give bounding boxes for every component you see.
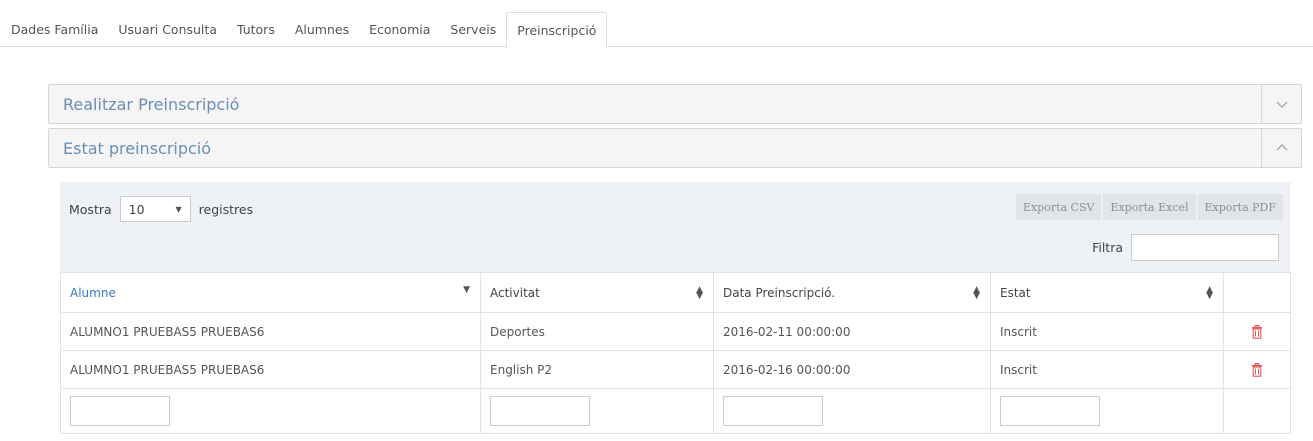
tab-tutors[interactable]: Tutors: [227, 12, 285, 47]
cell-activitat: English P2: [480, 350, 714, 389]
filter-input[interactable]: [1131, 234, 1279, 261]
column-header-estat[interactable]: Estat ▲ ▼: [990, 272, 1224, 313]
trash-icon[interactable]: [1251, 362, 1263, 377]
cell-activitat: Deportes: [480, 312, 714, 351]
filter-alumne-input[interactable]: [70, 396, 170, 426]
caret-down-icon: ▼: [175, 204, 182, 214]
column-header-label: Activitat: [490, 285, 540, 300]
table-header-row: Alumne ▼ Activitat ▲ ▼ Data Preinscripció…: [60, 272, 1291, 313]
filter-cell: [480, 388, 714, 434]
filter-cell: [990, 388, 1224, 434]
cell-data: 2016-02-11 00:00:00: [713, 312, 991, 351]
export-csv-button[interactable]: Exporta CSV: [1015, 194, 1102, 220]
panel-estat-preinscripcio[interactable]: Estat preinscripció: [48, 128, 1302, 168]
panel-toggle-estat[interactable]: [1261, 129, 1301, 167]
filter-cell-empty: [1223, 388, 1291, 434]
tab-dades-familia[interactable]: Dades Família: [1, 12, 108, 47]
column-filter-row: [60, 388, 1291, 434]
export-excel-button[interactable]: Exporta Excel: [1103, 194, 1196, 220]
sort-both-icon: ▲ ▼: [1206, 285, 1213, 301]
cell-actions: [1223, 350, 1291, 389]
panel-realitzar-preinscripcio[interactable]: Realitzar Preinscripció: [48, 84, 1302, 124]
page-length-control: Mostra 10 ▼ registres: [69, 196, 253, 222]
cell-actions: [1223, 312, 1291, 351]
export-pdf-button[interactable]: Exporta PDF: [1197, 194, 1283, 220]
trash-icon[interactable]: [1251, 324, 1263, 339]
sort-both-icon: ▲ ▼: [696, 285, 703, 301]
column-header-label: Alumne: [70, 285, 116, 300]
tab-alumnes[interactable]: Alumnes: [285, 12, 359, 47]
column-header-label: Estat: [1000, 285, 1031, 300]
show-label: Mostra: [69, 201, 112, 217]
column-header-actions: [1223, 272, 1291, 313]
preinscription-table: Alumne ▼ Activitat ▲ ▼ Data Preinscripció…: [60, 272, 1291, 434]
column-header-label: Data Preinscripció.: [723, 285, 836, 300]
tab-usuari-consulta[interactable]: Usuari Consulta: [108, 12, 227, 47]
preinscription-table-wrapper: Mostra 10 ▼ registres Exporta CSV Export…: [60, 182, 1291, 438]
export-buttons: Exporta CSV Exporta Excel Exporta PDF: [1015, 194, 1283, 220]
table-toolbar: Mostra 10 ▼ registres Exporta CSV Export…: [60, 182, 1290, 272]
sort-desc-icon: ▼: [463, 285, 470, 295]
tab-bar: Dades Família Usuari Consulta Tutors Alu…: [0, 12, 1313, 48]
filter-cell: [60, 388, 481, 434]
cell-estat: Inscrit: [990, 312, 1224, 351]
panel-toggle-realitzar[interactable]: [1261, 85, 1301, 123]
column-header-data[interactable]: Data Preinscripció. ▲ ▼: [713, 272, 991, 313]
column-header-activitat[interactable]: Activitat ▲ ▼: [480, 272, 714, 313]
column-header-alumne[interactable]: Alumne ▼: [60, 272, 481, 313]
cell-estat: Inscrit: [990, 350, 1224, 389]
filter-estat-input[interactable]: [1000, 396, 1100, 426]
table-row: ALUMNO1 PRUEBAS5 PRUEBAS6 English P2 201…: [60, 350, 1291, 389]
table-filter: Filtra: [1092, 234, 1279, 261]
filter-cell: [713, 388, 991, 434]
cell-alumne: ALUMNO1 PRUEBAS5 PRUEBAS6: [60, 350, 481, 389]
tab-serveis[interactable]: Serveis: [440, 12, 506, 47]
panel-title-estat[interactable]: Estat preinscripció: [49, 139, 1261, 158]
filter-data-input[interactable]: [723, 396, 823, 426]
page-size-value: 10: [128, 201, 145, 217]
records-label: registres: [198, 201, 254, 217]
chevron-up-icon: [1276, 144, 1287, 151]
cell-data: 2016-02-16 00:00:00: [713, 350, 991, 389]
sort-both-icon: ▲ ▼: [973, 285, 980, 301]
cell-alumne: ALUMNO1 PRUEBAS5 PRUEBAS6: [60, 312, 481, 351]
table-row: ALUMNO1 PRUEBAS5 PRUEBAS6 Deportes 2016-…: [60, 312, 1291, 351]
tab-economia[interactable]: Economia: [359, 12, 440, 47]
chevron-down-icon: [1276, 101, 1287, 108]
page-size-select[interactable]: 10 ▼: [119, 196, 191, 222]
tab-preinscripcio[interactable]: Preinscripció: [506, 12, 608, 48]
filter-activitat-input[interactable]: [490, 396, 590, 426]
filter-label: Filtra: [1092, 240, 1123, 255]
panel-title-realitzar[interactable]: Realitzar Preinscripció: [49, 95, 1261, 114]
